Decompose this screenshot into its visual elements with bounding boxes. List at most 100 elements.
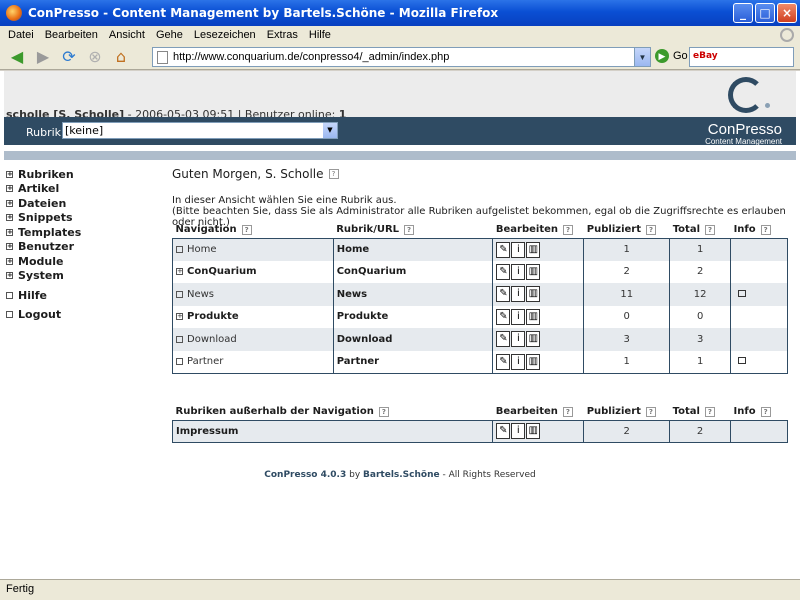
properties-icon[interactable]: i: [511, 263, 526, 280]
rubrik-link[interactable]: Impressum: [176, 426, 238, 437]
help-icon[interactable]: ?: [645, 407, 656, 418]
help-icon[interactable]: ?: [563, 225, 574, 236]
maximize-button[interactable]: □: [755, 3, 775, 23]
table-row[interactable]: Partner Partner ✎ i ▥ 1 1: [172, 350, 788, 374]
delete-trash-icon[interactable]: ▥: [526, 308, 541, 325]
sidebar-item-snippets[interactable]: + Snippets: [6, 211, 156, 226]
help-icon[interactable]: ?: [328, 169, 339, 179]
help-icon[interactable]: ?: [646, 225, 657, 236]
menu-hilfe[interactable]: Hilfe: [309, 29, 331, 41]
delete-trash-icon[interactable]: ▥: [526, 241, 541, 258]
edit-wrench-icon[interactable]: ✎: [496, 286, 511, 303]
go-button[interactable]: ▶ Go: [655, 49, 688, 63]
page-content: scholle [S. Scholle] - 2006-05-03 09:51 …: [0, 71, 800, 579]
menu-lesezeichen[interactable]: Lesezeichen: [194, 29, 256, 41]
forward-icon[interactable]: ▶: [32, 46, 54, 68]
table-row[interactable]: + Produkte Produkte ✎ i ▥ 0 0: [172, 305, 788, 328]
nav-item-link[interactable]: News: [187, 289, 214, 300]
rubrik-link[interactable]: News: [337, 289, 367, 300]
home-icon[interactable]: ⌂: [110, 46, 132, 68]
expand-icon[interactable]: +: [176, 313, 183, 321]
status-bar: Fertig: [0, 579, 800, 600]
delete-trash-icon[interactable]: ▥: [526, 331, 541, 348]
expand-icon[interactable]: [176, 246, 183, 253]
sidebar-item-rubriken[interactable]: + Rubriken: [6, 167, 156, 182]
properties-icon[interactable]: i: [511, 286, 526, 303]
expand-icon[interactable]: [176, 290, 183, 298]
nav-item-link[interactable]: Download: [187, 334, 237, 345]
table-row[interactable]: Download Download ✎ i ▥ 3 3: [172, 328, 788, 351]
menu-ansicht[interactable]: Ansicht: [109, 29, 145, 41]
table-row[interactable]: Home Home ✎ i ▥ 1 1: [172, 238, 788, 261]
properties-icon[interactable]: i: [511, 331, 526, 348]
help-icon[interactable]: ?: [241, 225, 252, 236]
delete-trash-icon[interactable]: ▥: [526, 263, 541, 280]
close-button[interactable]: ×: [777, 3, 797, 23]
edit-wrench-icon[interactable]: ✎: [496, 241, 511, 258]
help-icon[interactable]: ?: [760, 407, 771, 418]
reload-icon[interactable]: ⟳: [58, 46, 80, 68]
nav-item-link[interactable]: Partner: [187, 356, 223, 367]
status-text: Fertig: [6, 583, 35, 595]
properties-icon[interactable]: i: [511, 423, 526, 440]
help-icon[interactable]: ?: [704, 407, 715, 418]
nav-item-link[interactable]: Home: [187, 244, 217, 255]
sidebar-item-system[interactable]: + System: [6, 269, 156, 284]
rubrik-link[interactable]: ConQuarium: [337, 266, 407, 277]
expand-icon[interactable]: [176, 358, 183, 365]
chevron-down-icon[interactable]: ▼: [323, 123, 337, 138]
sidebar-item-dateien[interactable]: + Dateien: [6, 196, 156, 211]
edit-wrench-icon[interactable]: ✎: [496, 263, 511, 280]
delete-trash-icon[interactable]: ▥: [526, 423, 541, 440]
column-header: Info?: [730, 404, 788, 421]
expand-icon: +: [6, 213, 13, 222]
rubrik-link[interactable]: Home: [337, 244, 369, 255]
edit-wrench-icon[interactable]: ✎: [496, 353, 511, 370]
properties-icon[interactable]: i: [511, 353, 526, 370]
rubrik-selected: [keine]: [65, 124, 104, 137]
help-icon[interactable]: ?: [760, 225, 771, 236]
column-header: Total?: [669, 222, 731, 239]
url-field[interactable]: http://www.conquarium.de/conpresso4/_adm…: [152, 47, 651, 67]
footer-company-link[interactable]: Bartels.Schöne: [363, 470, 440, 480]
table-row[interactable]: Impressum ✎ i ▥ 2 2: [171, 420, 788, 443]
sidebar-item-templates[interactable]: + Templates: [6, 225, 156, 240]
menu-bearbeiten[interactable]: Bearbeiten: [45, 29, 98, 41]
table-row[interactable]: News News ✎ i ▥ 11 12: [172, 283, 788, 306]
table-row[interactable]: + ConQuarium ConQuarium ✎ i ▥ 2 2: [172, 260, 788, 283]
properties-icon[interactable]: i: [511, 308, 526, 325]
edit-wrench-icon[interactable]: ✎: [496, 423, 511, 440]
menu-extras[interactable]: Extras: [267, 29, 298, 41]
help-icon[interactable]: ?: [404, 225, 415, 236]
help-icon[interactable]: ?: [705, 225, 716, 236]
edit-wrench-icon[interactable]: ✎: [496, 331, 511, 348]
nav-item-link[interactable]: Produkte: [187, 311, 239, 322]
rubrik-link[interactable]: Produkte: [337, 311, 389, 322]
minimize-button[interactable]: _: [733, 3, 753, 23]
edit-wrench-icon[interactable]: ✎: [496, 308, 511, 325]
menu-datei[interactable]: Datei: [8, 29, 34, 41]
rubrik-link[interactable]: Partner: [337, 356, 379, 367]
delete-trash-icon[interactable]: ▥: [526, 286, 541, 303]
sidebar-item-logout[interactable]: Logout: [6, 308, 156, 323]
stop-icon[interactable]: ⊗: [84, 46, 106, 68]
delete-trash-icon[interactable]: ▥: [526, 353, 541, 370]
url-dropdown-icon[interactable]: ▼: [634, 48, 650, 66]
help-icon[interactable]: ?: [562, 407, 573, 418]
nav-item-link[interactable]: ConQuarium: [187, 266, 257, 277]
rubrik-select[interactable]: [keine] ▼: [62, 122, 338, 139]
expand-icon[interactable]: +: [176, 268, 183, 276]
sidebar-item-label: Rubriken: [18, 167, 74, 181]
rubrik-link[interactable]: Download: [337, 334, 393, 345]
sidebar-item-artikel[interactable]: + Artikel: [6, 182, 156, 197]
back-icon[interactable]: ◀: [6, 46, 28, 68]
expand-icon[interactable]: [176, 335, 183, 343]
sidebar-item-hilfe[interactable]: Hilfe: [6, 288, 156, 303]
search-input[interactable]: eBay: [689, 47, 794, 67]
help-icon[interactable]: ?: [378, 407, 389, 418]
column-header: Navigation?: [172, 222, 334, 239]
sidebar-item-benutzer[interactable]: + Benutzer: [6, 240, 156, 255]
properties-icon[interactable]: i: [511, 241, 526, 258]
menu-gehe[interactable]: Gehe: [156, 29, 183, 41]
sidebar-item-module[interactable]: + Module: [6, 254, 156, 269]
